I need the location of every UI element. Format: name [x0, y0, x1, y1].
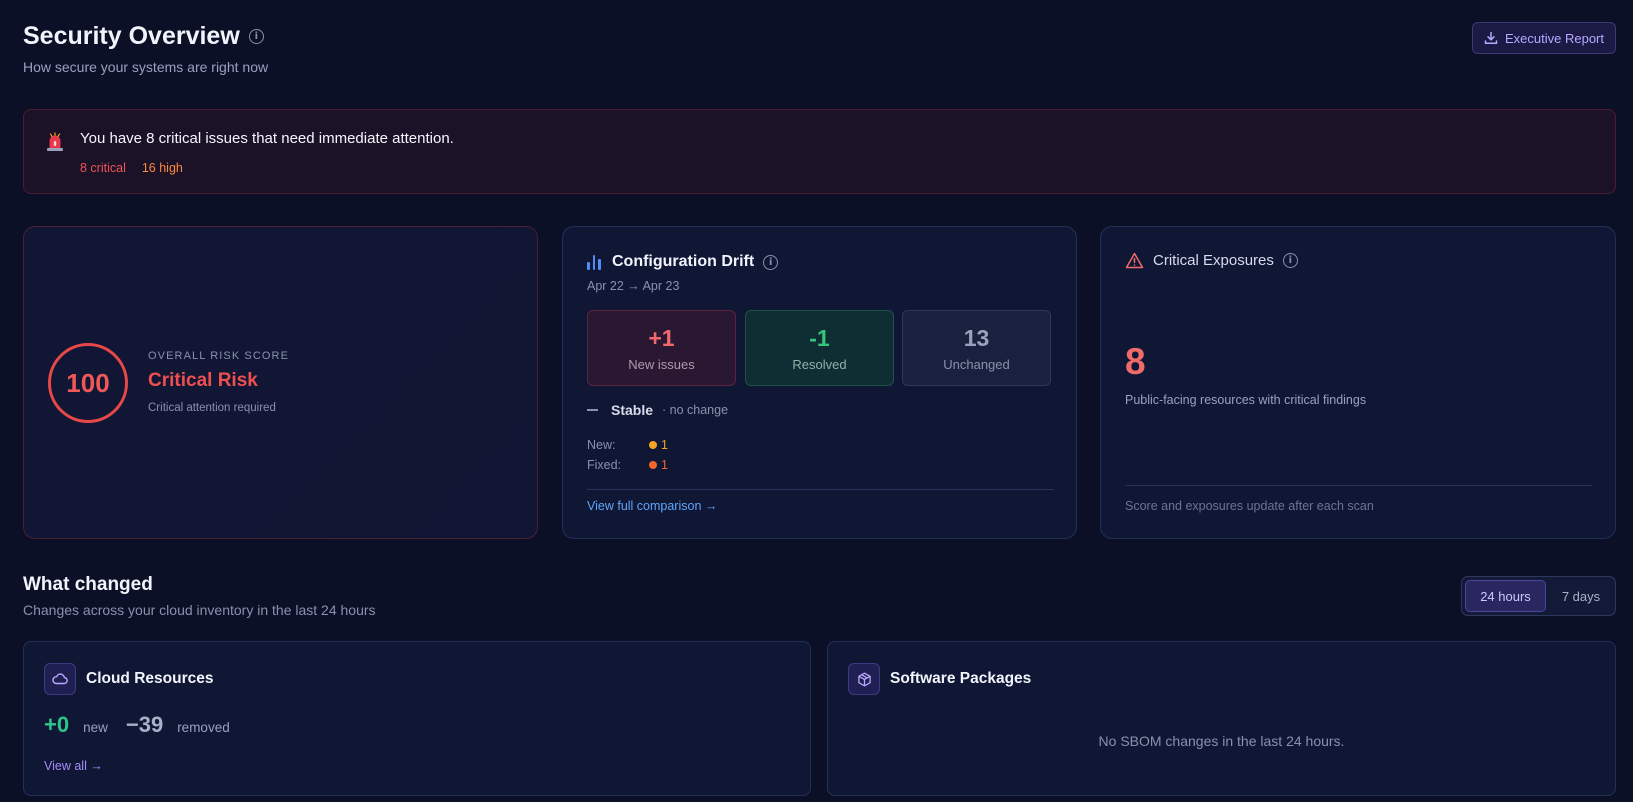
drift-dates: Apr 22 → Apr 23	[587, 279, 680, 293]
alert-message: You have 8 critical issues that need imm…	[80, 130, 454, 147]
risk-level: Critical Risk	[148, 370, 258, 391]
toggle-24-hours[interactable]: 24 hours	[1465, 580, 1546, 612]
package-icon	[848, 663, 880, 695]
new-resources-label: new	[83, 720, 108, 735]
cloud-icon	[44, 663, 76, 695]
trend-note: · no change	[662, 403, 729, 417]
download-icon	[1484, 31, 1498, 45]
info-icon[interactable]: i	[763, 254, 779, 270]
exposures-footer: Score and exposures update after each sc…	[1125, 499, 1374, 513]
cloud-resources-stats: +0 new −39 removed	[44, 712, 230, 738]
executive-report-button[interactable]: Executive Report	[1472, 22, 1616, 54]
critical-exposures-card: Critical Exposures i 8 Public-facing res…	[1100, 226, 1616, 539]
new-issues-stat[interactable]: +1 New issues	[587, 310, 736, 386]
new-severity-row: New: 1	[587, 438, 668, 452]
new-resources-value: +0	[44, 712, 70, 737]
high-count[interactable]: 16 high	[142, 161, 183, 175]
exposures-description: Public-facing resources with critical fi…	[1125, 393, 1367, 407]
high-dot-icon	[649, 461, 657, 469]
view-full-comparison-link[interactable]: View full comparison →	[587, 499, 717, 513]
software-packages-panel: Software Packages No SBOM changes in the…	[827, 641, 1616, 796]
new-issues-value: +1	[648, 324, 675, 351]
risk-score-card: 100 OVERALL RISK SCORE Critical Risk Cri…	[23, 226, 538, 539]
critical-alert-banner: You have 8 critical issues that need imm…	[23, 109, 1616, 194]
page-title-row: Security Overview i	[23, 22, 264, 51]
unchanged-stat[interactable]: 13 Unchanged	[902, 310, 1051, 386]
software-packages-title: Software Packages	[890, 670, 1032, 687]
new-issues-label: New issues	[628, 356, 695, 372]
executive-report-label: Executive Report	[1505, 30, 1604, 46]
drift-header: Configuration Drift i	[587, 253, 779, 271]
page-subtitle: How secure your systems are right now	[23, 59, 269, 75]
bar-chart-icon	[587, 254, 603, 270]
unchanged-label: Unchanged	[943, 356, 1010, 372]
toggle-7-days[interactable]: 7 days	[1550, 580, 1612, 612]
warning-triangle-icon	[1125, 252, 1144, 269]
time-range-toggle: 24 hours 7 days	[1461, 576, 1616, 616]
cloud-resources-panel: Cloud Resources +0 new −39 removed View …	[23, 641, 811, 796]
empty-state-message: No SBOM changes in the last 24 hours.	[1098, 733, 1345, 749]
configuration-drift-card: Configuration Drift i Apr 22 → Apr 23 +1…	[562, 226, 1077, 539]
resolved-label: Resolved	[792, 356, 847, 372]
fixed-severity-row: Fixed: 1	[587, 458, 668, 472]
removed-resources-value: −39	[125, 712, 164, 737]
critical-count[interactable]: 8 critical	[80, 161, 126, 175]
new-count: 1	[661, 438, 668, 452]
risk-note: Critical attention required	[148, 402, 276, 414]
resolved-stat[interactable]: -1 Resolved	[745, 310, 894, 386]
trend-row: Stable · no change	[587, 402, 728, 418]
risk-score-value: 100	[66, 367, 110, 398]
alert-counts: 8 critical 16 high	[80, 161, 183, 175]
siren-icon	[47, 132, 63, 151]
divider	[1125, 485, 1592, 486]
section-title: What changed	[23, 574, 153, 595]
risk-score-ring: 100	[48, 343, 128, 423]
drift-title: Configuration Drift	[612, 253, 755, 270]
exposures-header: Critical Exposures i	[1125, 252, 1298, 269]
new-label: New:	[587, 438, 616, 452]
fixed-label: Fixed:	[587, 458, 622, 472]
fixed-count: 1	[661, 458, 668, 472]
dash-icon	[587, 409, 598, 411]
divider	[587, 489, 1054, 490]
exposures-count: 8	[1125, 341, 1146, 382]
medium-dot-icon	[649, 441, 657, 449]
risk-score-label: OVERALL RISK SCORE	[148, 350, 290, 362]
section-subtitle: Changes across your cloud inventory in t…	[23, 602, 376, 618]
trend-label: Stable	[611, 402, 654, 418]
exposures-title: Critical Exposures	[1153, 252, 1274, 269]
page-title: Security Overview	[23, 22, 240, 50]
cloud-resources-title: Cloud Resources	[86, 670, 214, 687]
resolved-value: -1	[809, 324, 830, 351]
info-icon[interactable]: i	[248, 29, 264, 44]
unchanged-value: 13	[963, 324, 990, 351]
view-all-link[interactable]: View all →	[44, 759, 103, 773]
info-icon[interactable]: i	[1282, 253, 1298, 268]
removed-resources-label: removed	[177, 720, 230, 735]
